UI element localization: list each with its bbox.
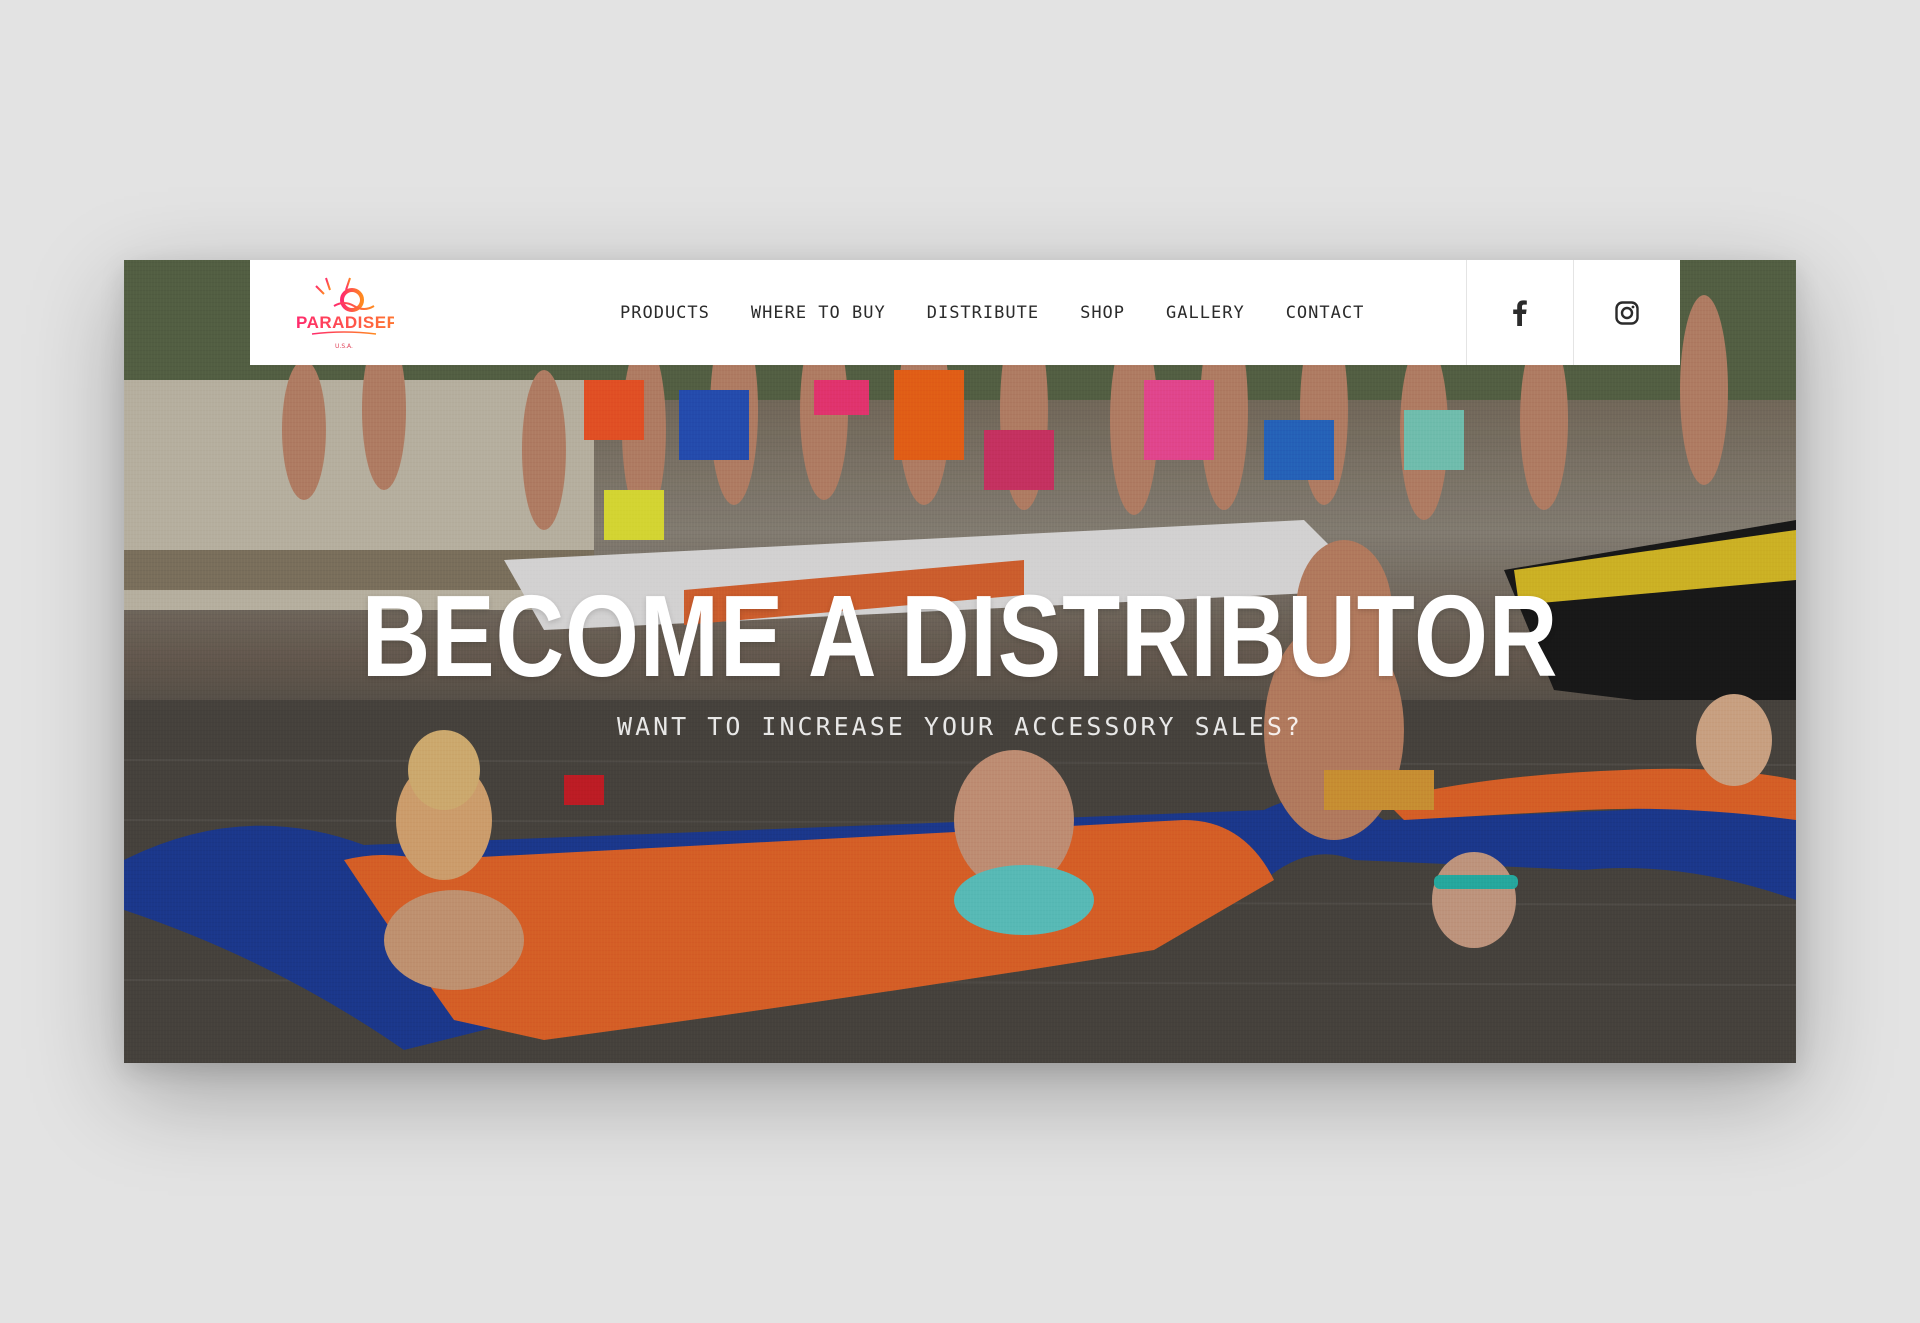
nav-shop[interactable]: SHOP [1080, 303, 1125, 323]
life-ring-icon [340, 288, 364, 312]
hero-subtitle: WANT TO INCREASE YOUR ACCESSORY SALES? [617, 712, 1303, 741]
page-frame: PARADISEPAD U.S.A. PRODUCTS WHERE TO BUY… [124, 260, 1796, 1063]
instagram-link[interactable] [1573, 260, 1680, 365]
instagram-icon [1615, 300, 1639, 325]
site-header: PARADISEPAD U.S.A. PRODUCTS WHERE TO BUY… [250, 260, 1680, 365]
logo-country: U.S.A. [335, 343, 353, 350]
facebook-link[interactable] [1466, 260, 1573, 365]
social-links [1466, 260, 1680, 365]
logo-wordmark: PARADISEPAD [296, 313, 394, 332]
logo-mark: PARADISEPAD U.S.A. [296, 276, 422, 350]
nav-contact[interactable]: CONTACT [1286, 303, 1365, 323]
brand-logo[interactable]: PARADISEPAD U.S.A. [294, 272, 422, 354]
nav-products[interactable]: PRODUCTS [620, 303, 710, 323]
main-nav: PRODUCTS WHERE TO BUY DISTRIBUTE SHOP GA… [620, 260, 1405, 365]
facebook-icon [1513, 299, 1527, 326]
nav-where-to-buy[interactable]: WHERE TO BUY [751, 303, 886, 323]
nav-distribute[interactable]: DISTRIBUTE [927, 303, 1039, 323]
nav-gallery[interactable]: GALLERY [1166, 303, 1245, 323]
hero-title: BECOME A DISTRIBUTOR [361, 571, 1559, 701]
